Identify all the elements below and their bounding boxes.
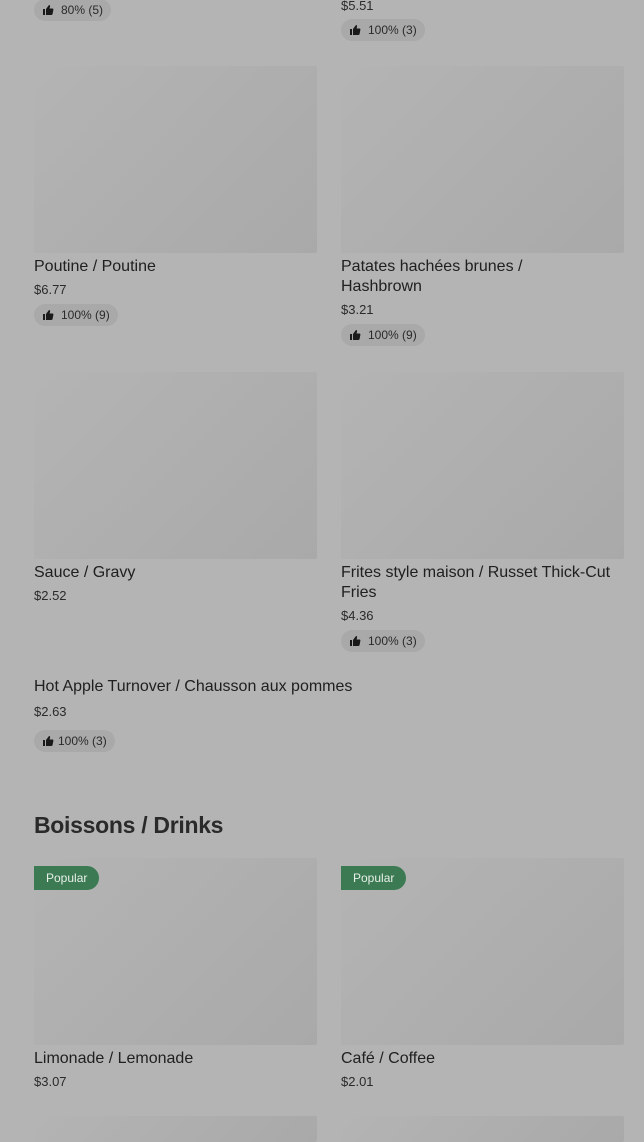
rating-text: 100% (3) — [58, 734, 107, 748]
menu-item-name-poutine[interactable]: Poutine / Poutine — [34, 257, 317, 277]
rating-text: 100% (3) — [368, 23, 417, 37]
rating-text: 80% (5) — [61, 3, 104, 17]
thumbs-up-icon — [42, 309, 54, 321]
menu-item-price-lemonade: $3.07 — [34, 1074, 67, 1089]
menu-item-price-poutine: $6.77 — [34, 282, 67, 297]
thumbs-up-icon — [349, 329, 361, 341]
menu-item-name-coffee[interactable]: Café / Coffee — [341, 1049, 624, 1069]
menu-item-name-gravy[interactable]: Sauce / Gravy — [34, 563, 317, 583]
rating-text: 100% (3) — [368, 634, 417, 648]
rating-badge: 80% (5) — [34, 0, 112, 21]
menu-item-price-coffee: $2.01 — [341, 1074, 374, 1089]
section-title-drinks: Boissons / Drinks — [34, 812, 224, 838]
rating-text: 100% (9) — [61, 308, 110, 322]
menu-item-name-turnover[interactable]: Hot Apple Turnover / Chausson aux pommes — [34, 677, 534, 697]
menu-item-image-hashbrown[interactable] — [341, 66, 624, 253]
rating-badge: 100% (9) — [34, 304, 118, 326]
popular-badge: Popular — [341, 866, 407, 890]
menu-item-image-next-left[interactable] — [34, 1116, 317, 1142]
thumbs-up-icon — [42, 4, 54, 16]
menu-item-image-poutine[interactable] — [34, 66, 317, 253]
rating-text: 100% (9) — [368, 328, 417, 342]
menu-item-name-fries[interactable]: Frites style maison / Russet Thick-Cut F… — [341, 563, 616, 603]
rating-badge: 100% (3) — [341, 19, 425, 41]
popular-badge: Popular — [34, 866, 100, 890]
rating-badge: 100% (9) — [341, 324, 425, 346]
rating-badge: 100% (3) — [341, 630, 425, 652]
menu-item-price-hashbrown: $3.21 — [341, 302, 374, 317]
thumbs-up-icon — [349, 24, 361, 36]
menu-item-name-hashbrown[interactable]: Patates hachées brunes / Hashbrown — [341, 257, 571, 297]
item-price: $5.51 — [341, 0, 374, 13]
thumbs-up-icon — [349, 635, 361, 647]
menu-item-image-fries[interactable] — [341, 372, 624, 559]
menu-item-price-fries: $4.36 — [341, 608, 374, 623]
rating-badge: 100% (3) — [34, 730, 115, 752]
menu-item-price-turnover: $2.63 — [34, 704, 67, 719]
menu-item-image-next-right[interactable] — [341, 1116, 624, 1142]
menu-item-name-lemonade[interactable]: Limonade / Lemonade — [34, 1049, 317, 1069]
menu-item-image-gravy[interactable] — [34, 372, 317, 559]
thumbs-up-icon — [42, 735, 54, 747]
menu-item-price-gravy: $2.52 — [34, 588, 67, 603]
